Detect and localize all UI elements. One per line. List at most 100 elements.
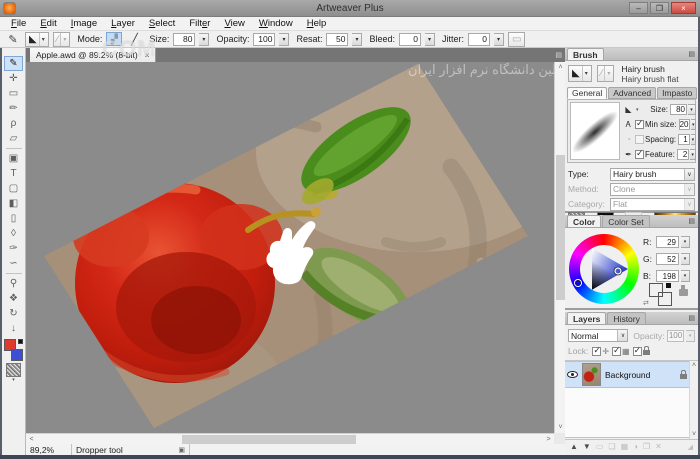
opacity-value[interactable]: 100 xyxy=(666,329,685,342)
scroll-up-icon[interactable]: ˄ xyxy=(690,361,698,370)
opacity-value[interactable]: 100 xyxy=(253,32,276,46)
close-button[interactable]: × xyxy=(671,2,696,14)
canvas-viewport[interactable]: اولین دانشگاه نرم افزار ایران xyxy=(26,62,554,433)
move-layer-down-icon[interactable]: ▼ xyxy=(583,442,591,451)
panel-tab-layers[interactable]: Layers xyxy=(567,312,607,324)
gradient-tool[interactable]: ◧ xyxy=(4,196,23,211)
extra-options-button[interactable]: ▭ xyxy=(508,31,526,47)
fill-tool[interactable]: ◊ xyxy=(4,226,23,241)
menu-edit[interactable]: Edit xyxy=(33,17,63,30)
setting-value[interactable]: 80 xyxy=(670,104,687,115)
background-color-swatch[interactable] xyxy=(10,349,23,361)
panel-tab-history[interactable]: History xyxy=(607,312,646,324)
eyedropper-tool[interactable]: ✑ xyxy=(4,241,23,256)
channel-value[interactable]: 29 xyxy=(656,236,679,248)
brush-tool[interactable]: ✎ xyxy=(4,56,23,71)
vertical-scroll-thumb[interactable] xyxy=(556,155,565,300)
setting-value[interactable]: 1 xyxy=(678,134,690,145)
lock-all-checkbox[interactable] xyxy=(632,345,642,356)
mode-button[interactable]: ▞ xyxy=(106,32,123,46)
horizontal-scroll-thumb[interactable] xyxy=(182,435,356,444)
chevron-down-icon[interactable]: ▾ xyxy=(279,32,290,46)
visibility-eye-icon[interactable] xyxy=(567,371,578,378)
panel-tab-brush[interactable]: Brush xyxy=(567,48,604,60)
tab-close-icon[interactable]: × xyxy=(145,51,150,60)
adjustment-layer-icon[interactable]: ◑ xyxy=(633,442,638,451)
blend-mode-select[interactable]: Normal ∨ xyxy=(568,329,629,342)
zoom-tool[interactable]: ⚲ xyxy=(4,276,23,291)
zoom-level[interactable]: 89,2% xyxy=(26,444,72,455)
swap-colors-icon[interactable]: ⇄ xyxy=(643,299,649,307)
color-triangle[interactable] xyxy=(580,245,628,293)
brush-tab-advanced[interactable]: Advanced xyxy=(608,87,657,99)
bleed-value[interactable]: 0 xyxy=(399,32,421,46)
resize-grip-icon[interactable]: ◢ xyxy=(688,443,693,451)
hue-marker[interactable] xyxy=(575,280,581,286)
brush-name[interactable]: Hairy brush xyxy=(621,64,678,74)
menu-select[interactable]: Select xyxy=(142,17,182,30)
layer-list-scrollbar[interactable]: ˄ ˅ xyxy=(689,361,698,439)
duplicate-layer-icon[interactable]: ❐ xyxy=(643,442,650,451)
lock-pixels-checkbox[interactable] xyxy=(612,345,622,356)
select-tool[interactable]: ▭ xyxy=(4,86,23,101)
type-select[interactable]: Hairy brush ∨ xyxy=(610,167,695,181)
chevron-down-icon[interactable]: ▾ xyxy=(425,32,435,46)
panel-tab-color[interactable]: Color xyxy=(567,215,602,227)
background-color-swatch[interactable] xyxy=(658,292,672,306)
crop-tool[interactable]: ▱ xyxy=(4,131,23,146)
brush-variant-button[interactable]: ∕ ▾ xyxy=(596,65,615,82)
panel-menu-icon[interactable]: ▤ xyxy=(688,314,695,322)
color-wheel[interactable] xyxy=(569,234,639,304)
brush-tab-impasto[interactable]: Impasto xyxy=(657,87,698,99)
scroll-right-icon[interactable]: ˃ xyxy=(543,434,554,445)
arrow-tool[interactable]: ↓ xyxy=(4,321,23,336)
chevron-down-icon[interactable]: ▾ xyxy=(681,253,690,265)
feather-checkbox[interactable] xyxy=(635,148,644,159)
timing-checkbox[interactable] xyxy=(635,135,644,144)
setting-value[interactable]: 20 xyxy=(678,119,691,130)
scroll-down-icon[interactable]: ˅ xyxy=(690,430,698,439)
category-select[interactable]: Flat ∨ xyxy=(610,197,695,211)
layer-row[interactable]: Background xyxy=(565,361,689,388)
menu-file[interactable]: File xyxy=(4,17,33,30)
horizontal-scrollbar[interactable]: ˂ ˃ xyxy=(26,433,554,444)
panel-menu-icon[interactable]: ▤ xyxy=(688,217,695,225)
brush-shape-button[interactable]: ◣ ▾ xyxy=(568,65,592,82)
chevron-down-icon[interactable]: ▾ xyxy=(686,329,696,342)
chevron-down-icon[interactable]: ▾ xyxy=(352,32,363,46)
chevron-down-icon[interactable]: ▾ xyxy=(636,107,639,113)
new-layer-icon[interactable]: ❏ xyxy=(608,442,615,451)
maximize-button[interactable]: ❐ xyxy=(650,2,669,14)
panel-menu-icon[interactable]: ▤ xyxy=(688,50,695,58)
method-select[interactable]: Clone ∨ xyxy=(610,182,695,196)
clone-stamp-tool[interactable]: ▣ xyxy=(4,151,23,166)
shape-tool[interactable]: ▢ xyxy=(4,181,23,196)
menu-image[interactable]: Image xyxy=(64,17,104,30)
scroll-left-icon[interactable]: ˂ xyxy=(26,434,37,445)
delete-layer-icon[interactable]: ✕ xyxy=(655,442,662,451)
pattern-swatch[interactable] xyxy=(6,363,21,377)
chevron-down-icon[interactable]: ▾ xyxy=(691,119,696,130)
minimize-button[interactable]: – xyxy=(629,2,648,14)
chevron-down-icon[interactable]: ▾ xyxy=(681,270,690,282)
chevron-down-icon[interactable]: ▾ xyxy=(681,236,690,248)
antialias-checkbox[interactable] xyxy=(635,118,644,129)
brush-variant-button[interactable]: ∕ ▾ xyxy=(52,31,71,47)
smudge-tool[interactable]: ∽ xyxy=(4,256,23,271)
tabbar-menu-icon[interactable]: ▤ xyxy=(555,51,562,59)
jitter-value[interactable]: 0 xyxy=(468,32,491,46)
default-colors-icon[interactable] xyxy=(17,339,23,344)
channel-value[interactable]: 198 xyxy=(656,270,679,282)
hand-tool[interactable]: ❖ xyxy=(4,291,23,306)
menu-window[interactable]: Window xyxy=(252,17,300,30)
brush-tab-general[interactable]: General xyxy=(567,87,608,99)
menu-help[interactable]: Help xyxy=(300,17,334,30)
pencil-tool[interactable]: ✏ xyxy=(4,101,23,116)
menu-filter[interactable]: Filter xyxy=(182,17,217,30)
channel-value[interactable]: 52 xyxy=(656,253,679,265)
size-value[interactable]: 80 xyxy=(173,32,196,46)
default-colors-icon[interactable] xyxy=(666,283,671,288)
chevron-down-icon[interactable]: ▾ xyxy=(688,104,696,115)
menu-layer[interactable]: Layer xyxy=(104,17,142,30)
lock-position-checkbox[interactable] xyxy=(592,345,602,356)
